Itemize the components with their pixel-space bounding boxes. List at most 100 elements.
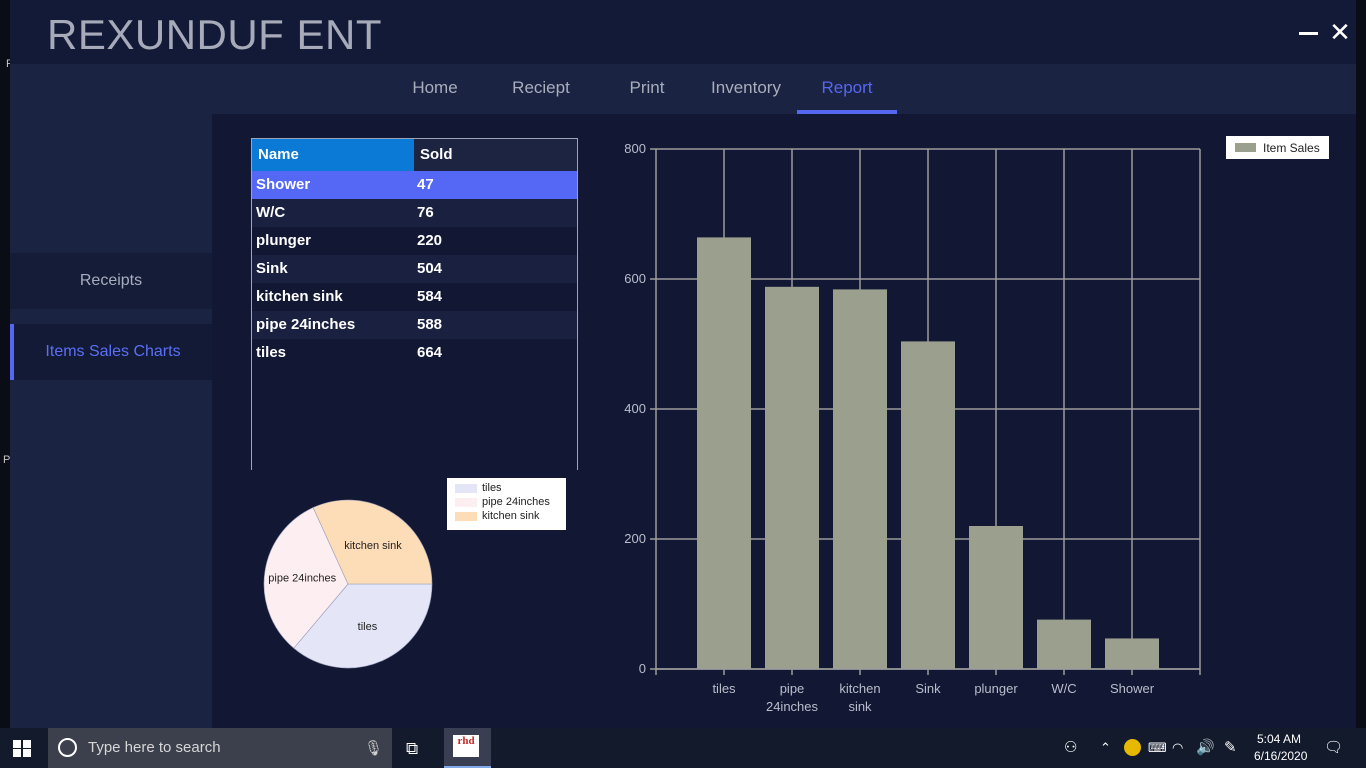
taskbar-app-rhd[interactable]: rhd <box>444 728 491 768</box>
volume-icon[interactable]: 🔊 <box>1196 738 1215 756</box>
cortana-icon <box>58 738 77 757</box>
legend-item: kitchen sink <box>455 509 566 523</box>
top-nav: Home Reciept Print Inventory Report <box>10 64 1356 114</box>
tab-reciept[interactable]: Reciept <box>505 64 577 114</box>
cell-sold: 504 <box>417 260 443 277</box>
legend-swatch <box>455 483 477 493</box>
bar <box>901 341 955 669</box>
bar-chart: 0 200 400 600 800 tiles pipe 24inches kitchen sin… <box>624 141 1201 714</box>
cell-name: W/C <box>256 204 286 221</box>
tab-home[interactable]: Home <box>401 64 469 114</box>
norton-icon[interactable] <box>1124 739 1141 756</box>
column-header-name[interactable]: Name <box>252 139 414 171</box>
bar <box>1037 619 1091 669</box>
app-window: REXUNDUF ENT ✕ Home Reciept Print Invent… <box>10 0 1356 728</box>
cell-name: pipe 24inches <box>256 316 356 333</box>
bar-legend: Item Sales <box>1226 136 1329 159</box>
cell-sold: 584 <box>417 288 443 305</box>
right-window-edge <box>1356 0 1366 728</box>
network-icon[interactable]: ◠ <box>1172 740 1183 756</box>
bar <box>765 286 819 669</box>
cell-name: tiles <box>256 344 287 361</box>
people-icon[interactable]: ⚇ <box>1064 738 1077 756</box>
app-icon-label: rhd <box>453 735 479 757</box>
x-tick-label: pipe <box>780 681 805 696</box>
cell-name: plunger <box>256 232 311 249</box>
left-window-edge: F P <box>0 0 13 728</box>
bar <box>969 526 1023 669</box>
task-view-icon[interactable]: ⧉ <box>406 739 418 759</box>
x-tick-label: sink <box>848 699 872 714</box>
pie-slice-label: pipe 24inches <box>268 573 336 585</box>
legend-item: tiles <box>455 481 566 495</box>
tab-inventory[interactable]: Inventory <box>704 64 788 114</box>
sales-table[interactable]: Name Sold Shower 47 W/C 76 plunger 220 Sink 504… <box>251 138 578 470</box>
minimize-icon <box>1299 32 1318 35</box>
search-placeholder: Type here to search <box>88 739 221 756</box>
clock-date: 6/16/2020 <box>1254 749 1308 763</box>
cell-sold: 220 <box>417 232 443 249</box>
report-content: Name Sold Shower 47 W/C 76 plunger 220 Sink 504… <box>212 114 1356 728</box>
app-title: REXUNDUF ENT <box>47 11 383 58</box>
x-tick-label: W/C <box>1051 681 1076 696</box>
input-method-icon[interactable]: ⌨ <box>1148 740 1167 756</box>
y-tick-label: 600 <box>624 271 646 286</box>
tab-print[interactable]: Print <box>622 64 672 114</box>
cell-sold: 76 <box>417 204 434 221</box>
cell-sold: 47 <box>417 176 434 193</box>
y-tick-label: 800 <box>624 141 646 156</box>
table-row[interactable]: kitchen sink 584 <box>252 283 577 311</box>
windows-start-icon[interactable] <box>13 740 31 757</box>
legend-label: Item Sales <box>1263 140 1320 155</box>
table-row[interactable]: Shower 47 <box>252 171 577 199</box>
pie-chart: tiles pipe 24inches kitchen sink <box>263 499 433 669</box>
sidebar-item-receipts[interactable]: Receipts <box>10 253 212 309</box>
bar <box>697 237 751 669</box>
table-row[interactable]: W/C 76 <box>252 199 577 227</box>
legend-label: pipe 24inches <box>482 496 550 508</box>
table-row[interactable]: tiles 664 <box>252 339 577 367</box>
taskbar-search[interactable]: Type here to search 🎙 <box>48 728 392 768</box>
y-tick-label: 200 <box>624 531 646 546</box>
cell-name: kitchen sink <box>256 288 343 305</box>
chevron-up-icon[interactable]: ⌃ <box>1100 740 1111 756</box>
clock[interactable]: 5:04 AM 6/16/2020 <box>1254 731 1308 765</box>
tab-report[interactable]: Report <box>797 64 897 114</box>
legend-label: tiles <box>482 482 502 494</box>
cell-sold: 588 <box>417 316 443 333</box>
cell-sold: 664 <box>417 344 443 361</box>
pen-icon[interactable]: ✎ <box>1224 738 1237 756</box>
sidebar-item-items-sales-charts[interactable]: Items Sales Charts <box>10 324 212 380</box>
pie-slice-label: kitchen sink <box>344 540 402 552</box>
legend-item: pipe 24inches <box>455 495 566 509</box>
cell-name: Sink <box>256 260 288 277</box>
y-tick-label: 400 <box>624 401 646 416</box>
table-header: Name Sold <box>252 139 577 171</box>
table-row[interactable]: Sink 504 <box>252 255 577 283</box>
sidebar: Receipts Items Sales Charts <box>10 114 212 728</box>
x-tick-label: Sink <box>915 681 941 696</box>
clock-time: 5:04 AM <box>1256 732 1302 746</box>
close-button[interactable]: ✕ <box>1326 18 1354 46</box>
legend-label: kitchen sink <box>482 510 540 522</box>
x-tick-label: kitchen <box>839 681 880 696</box>
cell-name: Shower <box>256 176 311 193</box>
y-tick-label: 0 <box>639 661 646 676</box>
table-row[interactable]: plunger 220 <box>252 227 577 255</box>
column-header-sold[interactable]: Sold <box>414 139 577 171</box>
x-tick-label: Shower <box>1110 681 1155 696</box>
microphone-icon[interactable]: 🎙 <box>364 739 383 757</box>
title-bar: REXUNDUF ENT ✕ <box>10 0 1356 64</box>
x-tick-label: tiles <box>712 681 736 696</box>
table-row[interactable]: pipe 24inches 588 <box>252 311 577 339</box>
bar <box>833 289 887 669</box>
pie-slice-label: tiles <box>358 621 378 633</box>
taskbar: Type here to search 🎙 ⧉ rhd ⚇ ⌃ ⌨ ◠ 🔊 ✎ … <box>0 728 1366 768</box>
notifications-icon[interactable]: 🗨 <box>1324 738 1343 756</box>
bar <box>1105 638 1159 669</box>
legend-swatch <box>1235 143 1256 152</box>
minimize-button[interactable] <box>1294 18 1322 46</box>
x-tick-label: plunger <box>974 681 1018 696</box>
x-tick-label: 24inches <box>766 699 819 714</box>
table-body: Shower 47 W/C 76 plunger 220 Sink 504 kitchen si… <box>252 171 577 367</box>
